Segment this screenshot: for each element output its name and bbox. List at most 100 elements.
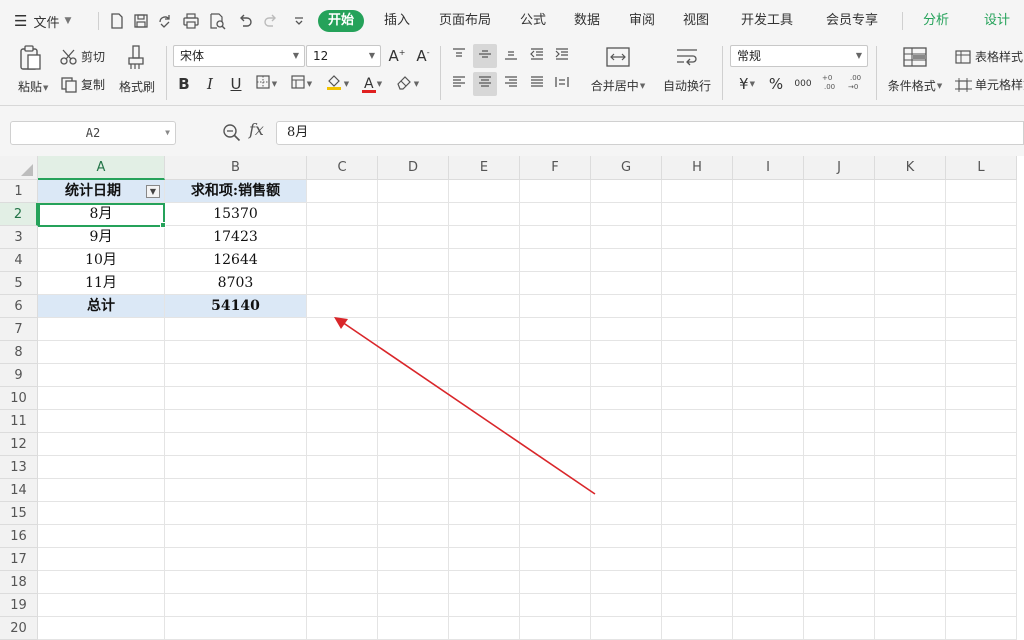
cell-c13[interactable] (307, 456, 378, 479)
cell-a16[interactable] (38, 525, 165, 548)
cell-h3[interactable] (662, 226, 733, 249)
cell-k10[interactable] (875, 387, 946, 410)
cell-h13[interactable] (662, 456, 733, 479)
cell-i9[interactable] (733, 364, 804, 387)
cell-d8[interactable] (378, 341, 449, 364)
cell-i13[interactable] (733, 456, 804, 479)
zoom-formula-button[interactable] (222, 123, 242, 146)
row-header-14[interactable]: 14 (0, 479, 38, 502)
cell-l3[interactable] (946, 226, 1017, 249)
align-left-button[interactable] (448, 72, 470, 96)
cell-f16[interactable] (520, 525, 591, 548)
fill-color-button[interactable]: ▼ (322, 72, 352, 96)
cell-c18[interactable] (307, 571, 378, 594)
cell-b12[interactable] (165, 433, 307, 456)
cell-a20[interactable] (38, 617, 165, 640)
cell-b11[interactable] (165, 410, 307, 433)
cell-h8[interactable] (662, 341, 733, 364)
cell-b20[interactable] (165, 617, 307, 640)
column-header-f[interactable]: F (520, 156, 591, 180)
cell-c11[interactable] (307, 410, 378, 433)
cell-h7[interactable] (662, 318, 733, 341)
cell-i14[interactable] (733, 479, 804, 502)
cell-g18[interactable] (591, 571, 662, 594)
font-size-combo[interactable]: 12 ▼ (306, 45, 381, 67)
row-header-10[interactable]: 10 (0, 387, 38, 410)
cell-e2[interactable] (449, 203, 520, 226)
cell-a14[interactable] (38, 479, 165, 502)
cell-i8[interactable] (733, 341, 804, 364)
column-header-d[interactable]: D (378, 156, 449, 180)
format-painter-button[interactable]: 格式刷 (117, 44, 157, 95)
italic-button[interactable]: I (200, 72, 220, 96)
cell-a13[interactable] (38, 456, 165, 479)
row-header-1[interactable]: 1 (0, 180, 38, 203)
cell-h10[interactable] (662, 387, 733, 410)
cell-j17[interactable] (804, 548, 875, 571)
print-icon[interactable] (182, 12, 200, 30)
column-header-b[interactable]: B (165, 156, 307, 180)
cell-j16[interactable] (804, 525, 875, 548)
number-format-combo[interactable]: 常规 ▼ (730, 45, 868, 67)
cell-b8[interactable] (165, 341, 307, 364)
cell-e20[interactable] (449, 617, 520, 640)
tab-insert[interactable]: 插入 (384, 10, 410, 32)
cell-d10[interactable] (378, 387, 449, 410)
column-header-e[interactable]: E (449, 156, 520, 180)
cell-j1[interactable] (804, 180, 875, 203)
cell-l18[interactable] (946, 571, 1017, 594)
cell-e8[interactable] (449, 341, 520, 364)
cell-l6[interactable] (946, 295, 1017, 318)
tab-analyze[interactable]: 分析 (923, 10, 949, 32)
cell-c5[interactable] (307, 272, 378, 295)
increase-indent-button[interactable] (551, 44, 573, 68)
cell-k15[interactable] (875, 502, 946, 525)
cell-f2[interactable] (520, 203, 591, 226)
cell-e7[interactable] (449, 318, 520, 341)
row-header-17[interactable]: 17 (0, 548, 38, 571)
cell-k13[interactable] (875, 456, 946, 479)
cell-g15[interactable] (591, 502, 662, 525)
conditional-format-button[interactable]: 条件格式 ▼ (882, 46, 948, 94)
pivot-row-date[interactable]: 11月 (38, 272, 165, 295)
cell-f9[interactable] (520, 364, 591, 387)
cell-a17[interactable] (38, 548, 165, 571)
cell-h1[interactable] (662, 180, 733, 203)
cell-l13[interactable] (946, 456, 1017, 479)
cell-d16[interactable] (378, 525, 449, 548)
cell-l10[interactable] (946, 387, 1017, 410)
cell-e12[interactable] (449, 433, 520, 456)
row-header-3[interactable]: 3 (0, 226, 38, 249)
tab-design[interactable]: 设计 (984, 10, 1010, 32)
tab-member[interactable]: 会员专享 (826, 10, 878, 32)
column-header-c[interactable]: C (307, 156, 378, 180)
cell-e11[interactable] (449, 410, 520, 433)
copy-button[interactable]: 复制 (60, 76, 105, 93)
cell-f19[interactable] (520, 594, 591, 617)
cell-c14[interactable] (307, 479, 378, 502)
cell-l9[interactable] (946, 364, 1017, 387)
row-header-12[interactable]: 12 (0, 433, 38, 456)
cell-l2[interactable] (946, 203, 1017, 226)
cell-l12[interactable] (946, 433, 1017, 456)
cell-i5[interactable] (733, 272, 804, 295)
cell-f13[interactable] (520, 456, 591, 479)
cell-e15[interactable] (449, 502, 520, 525)
cell-g20[interactable] (591, 617, 662, 640)
cell-a15[interactable] (38, 502, 165, 525)
cell-b13[interactable] (165, 456, 307, 479)
cell-d19[interactable] (378, 594, 449, 617)
cell-c7[interactable] (307, 318, 378, 341)
cell-c8[interactable] (307, 341, 378, 364)
cell-h5[interactable] (662, 272, 733, 295)
cell-i16[interactable] (733, 525, 804, 548)
cell-i15[interactable] (733, 502, 804, 525)
cell-i6[interactable] (733, 295, 804, 318)
select-all-corner[interactable] (0, 156, 38, 180)
customize-toolbar-icon[interactable] (290, 12, 308, 30)
cell-f11[interactable] (520, 410, 591, 433)
filter-dropdown-icon[interactable]: ▼ (146, 185, 160, 198)
cell-d20[interactable] (378, 617, 449, 640)
cell-k17[interactable] (875, 548, 946, 571)
cell-e5[interactable] (449, 272, 520, 295)
